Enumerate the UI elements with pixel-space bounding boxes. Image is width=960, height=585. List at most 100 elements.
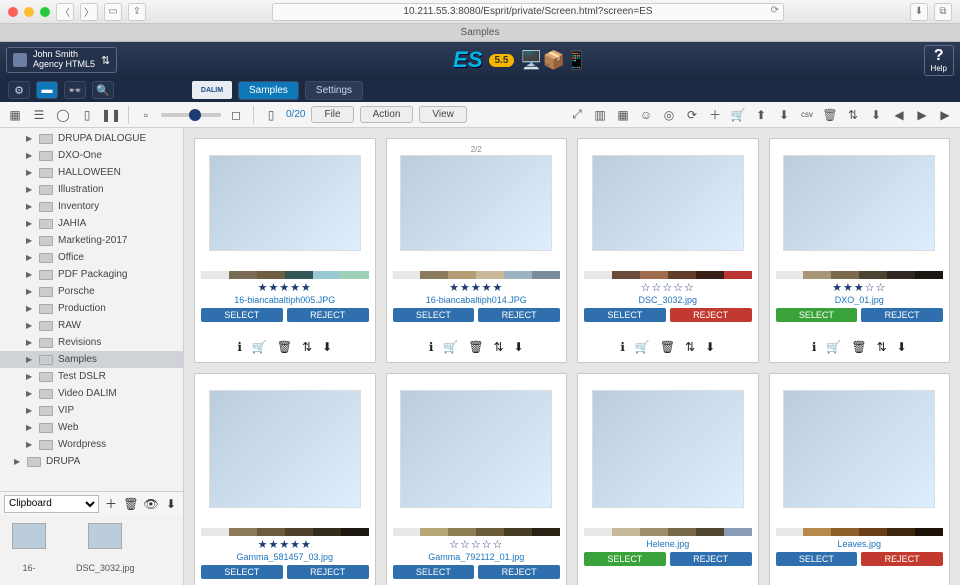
folder-mode-icon[interactable]: ▬ — [36, 81, 58, 99]
browser-tab-label[interactable]: Samples — [461, 27, 500, 38]
download-icon[interactable]: ⬇ — [897, 340, 907, 354]
tool-csv-icon[interactable]: csv — [798, 106, 816, 124]
cart-icon[interactable]: 🛒 — [635, 340, 650, 354]
tool-expand-icon[interactable]: ⤢ — [568, 106, 586, 124]
thumbnail[interactable] — [592, 155, 744, 251]
zoom-thumb-small-icon[interactable]: ▫ — [137, 106, 155, 124]
reject-button[interactable]: REJECT — [861, 552, 943, 566]
asset-card[interactable]: ☆☆☆☆☆DSC_3032.jpgSELECTREJECTℹ🛒🗑⇅⬇ — [577, 138, 759, 363]
asset-card[interactable]: ☆☆☆☆☆Gamma_792112_01.jpgSELECTREJECT — [386, 373, 568, 585]
asset-card[interactable]: ★★★★★Gamma_581457_03.jpgSELECTREJECT — [194, 373, 376, 585]
reject-button[interactable]: REJECT — [478, 565, 560, 579]
disclosure-triangle-icon[interactable]: ▶ — [26, 270, 34, 279]
thumbnail[interactable] — [783, 390, 935, 508]
download-icon[interactable]: ⬇ — [514, 340, 524, 354]
disclosure-triangle-icon[interactable]: ▶ — [26, 151, 34, 160]
tool-next-icon[interactable]: ▶ — [936, 106, 954, 124]
clip-add-icon[interactable]: ＋ — [103, 496, 119, 512]
thumbnail[interactable] — [209, 155, 361, 251]
disclosure-triangle-icon[interactable]: ▶ — [14, 457, 22, 466]
tool-grid4-icon[interactable]: ▦ — [614, 106, 632, 124]
sort-icon[interactable]: ⇅ — [877, 340, 887, 354]
tool-play-icon[interactable]: ▶ — [913, 106, 931, 124]
asset-card[interactable]: Helene.jpgSELECTREJECT — [577, 373, 759, 585]
disclosure-triangle-icon[interactable]: ▶ — [26, 236, 34, 245]
tool-cart-icon[interactable]: 🛒 — [729, 106, 747, 124]
menu-file[interactable]: File — [311, 106, 353, 123]
select-button[interactable]: SELECT — [201, 308, 283, 322]
asset-card[interactable]: 2/2★★★★★16-biancabaltiph014.JPGSELECTREJ… — [386, 138, 568, 363]
folder-tree[interactable]: ▶DRUPA DIALOGUE▶DXO-One▶HALLOWEEN▶Illust… — [0, 128, 183, 491]
tree-item[interactable]: ▶Marketing-2017 — [0, 232, 183, 249]
asset-card[interactable]: ★★★★★16-biancabaltiph005.JPGSELECTREJECT… — [194, 138, 376, 363]
info-icon[interactable]: ℹ — [620, 340, 625, 354]
window-zoom-icon[interactable] — [40, 7, 50, 17]
tree-item[interactable]: ▶DRUPA DIALOGUE — [0, 130, 183, 147]
reject-button[interactable]: REJECT — [670, 308, 752, 322]
info-icon[interactable]: ℹ — [237, 340, 242, 354]
trash-icon[interactable]: 🗑 — [468, 340, 483, 354]
select-circle-icon[interactable]: ◯ — [54, 106, 72, 124]
tool-user-icon[interactable]: ☺ — [637, 106, 655, 124]
tabs-icon[interactable]: ⧉ — [934, 3, 952, 21]
window-close-icon[interactable] — [8, 7, 18, 17]
tool-upload-icon[interactable]: ⬆ — [752, 106, 770, 124]
tree-item[interactable]: ▶Web — [0, 419, 183, 436]
cart-icon[interactable]: 🛒 — [826, 340, 841, 354]
window-minimize-icon[interactable] — [24, 7, 34, 17]
disclosure-triangle-icon[interactable]: ▶ — [26, 253, 34, 262]
select-button[interactable]: SELECT — [393, 308, 475, 322]
asset-grid[interactable]: ★★★★★16-biancabaltiph005.JPGSELECTREJECT… — [184, 128, 960, 585]
download-icon[interactable]: ⬇ — [322, 340, 332, 354]
disclosure-triangle-icon[interactable]: ▶ — [26, 389, 34, 398]
thumbnail[interactable] — [783, 155, 935, 251]
star-rating[interactable]: ☆☆☆☆☆ — [641, 281, 695, 294]
downloads-icon[interactable]: ⬇ — [910, 3, 928, 21]
tree-item[interactable]: ▶Porsche — [0, 283, 183, 300]
reject-button[interactable]: REJECT — [861, 308, 943, 322]
thumbnail-size-slider[interactable] — [161, 113, 221, 117]
info-icon[interactable]: ℹ — [812, 340, 817, 354]
star-rating[interactable]: ★★★★★ — [258, 538, 312, 551]
view-list-icon[interactable]: ☰ — [30, 106, 48, 124]
asset-card[interactable]: ★★★☆☆DXO_01.jpgSELECTREJECTℹ🛒🗑⇅⬇ — [769, 138, 951, 363]
star-rating[interactable]: ☆☆☆☆☆ — [449, 538, 503, 551]
tree-item[interactable]: ▶Samples — [0, 351, 183, 368]
reject-button[interactable]: REJECT — [670, 552, 752, 566]
disclosure-triangle-icon[interactable]: ▶ — [26, 168, 34, 177]
tool-globe-icon[interactable]: ◎ — [660, 106, 678, 124]
thumbnail[interactable] — [209, 390, 361, 508]
address-bar[interactable]: 10.211.55.3:8080/Esprit/private/Screen.h… — [272, 3, 784, 21]
help-button[interactable]: ? Help — [924, 45, 954, 76]
clip-download-icon[interactable]: ⬇ — [163, 496, 179, 512]
forward-button[interactable]: 〉 — [80, 3, 98, 21]
star-rating[interactable]: ★★★★★ — [449, 281, 503, 294]
tool-refresh-icon[interactable]: ⟳ — [683, 106, 701, 124]
thumbnail[interactable] — [400, 390, 552, 508]
gear-icon[interactable]: ⚙ — [8, 81, 30, 99]
sort-icon[interactable]: ⇅ — [685, 340, 695, 354]
tool-trash-icon[interactable]: 🗑 — [821, 106, 839, 124]
user-menu[interactable]: John Smith Agency HTML5 ⇅ — [6, 47, 117, 73]
disclosure-triangle-icon[interactable]: ▶ — [26, 372, 34, 381]
trash-icon[interactable]: 🗑 — [851, 340, 866, 354]
sidebar-toggle-icon[interactable]: ▭ — [104, 3, 122, 21]
tab-samples[interactable]: Samples — [238, 81, 299, 100]
select-button[interactable]: SELECT — [584, 552, 666, 566]
tree-item[interactable]: ▶Revisions — [0, 334, 183, 351]
page-icon[interactable]: ▯ — [78, 106, 96, 124]
disclosure-triangle-icon[interactable]: ▶ — [26, 338, 34, 347]
zoom-thumb-large-icon[interactable]: ◻ — [227, 106, 245, 124]
cart-icon[interactable]: 🛒 — [443, 340, 458, 354]
tree-item[interactable]: ▶Test DSLR — [0, 368, 183, 385]
tree-item[interactable]: ▶Illustration — [0, 181, 183, 198]
select-button[interactable]: SELECT — [393, 565, 475, 579]
disclosure-triangle-icon[interactable]: ▶ — [26, 423, 34, 432]
menu-view[interactable]: View — [419, 106, 467, 123]
pause-icon[interactable]: ❚❚ — [102, 106, 120, 124]
tab-settings[interactable]: Settings — [305, 81, 363, 100]
disclosure-triangle-icon[interactable]: ▶ — [26, 219, 34, 228]
reject-button[interactable]: REJECT — [287, 308, 369, 322]
disclosure-triangle-icon[interactable]: ▶ — [26, 304, 34, 313]
thumbnail[interactable] — [400, 155, 552, 251]
